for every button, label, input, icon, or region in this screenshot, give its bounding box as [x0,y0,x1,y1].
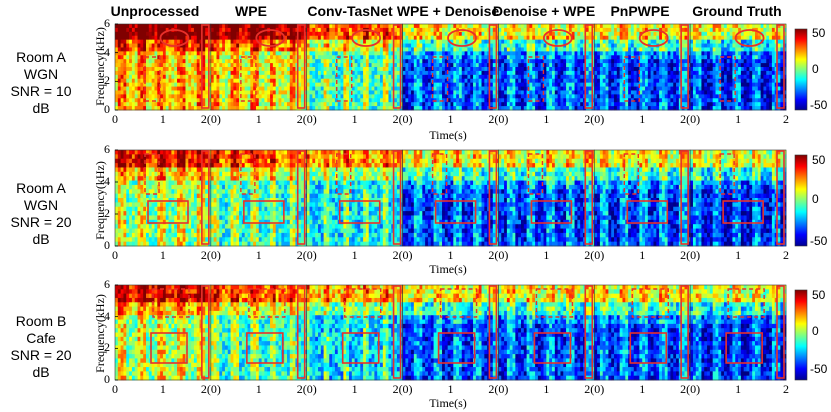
spectrogram-panel [690,150,787,247]
spectrogram-panel [402,150,499,247]
colorbar [794,28,808,111]
spectrogram-panel [402,24,499,111]
colorbar [794,154,808,247]
spectrogram-grid [114,23,808,381]
spectrogram-panel [306,24,403,111]
spectrogram-panel [498,24,595,111]
spectrogram-panel [690,24,787,111]
spectrogram-panel [498,150,595,247]
spectrogram-panel [210,24,308,111]
spectrogram-panel [594,150,691,247]
spectrogram-panel [306,150,403,247]
colorbar [794,289,808,381]
spectrogram-panel [115,24,212,111]
spectrogram-panel [594,24,691,111]
spectrogram-panel [115,150,212,247]
spectrogram-panel [210,150,308,247]
